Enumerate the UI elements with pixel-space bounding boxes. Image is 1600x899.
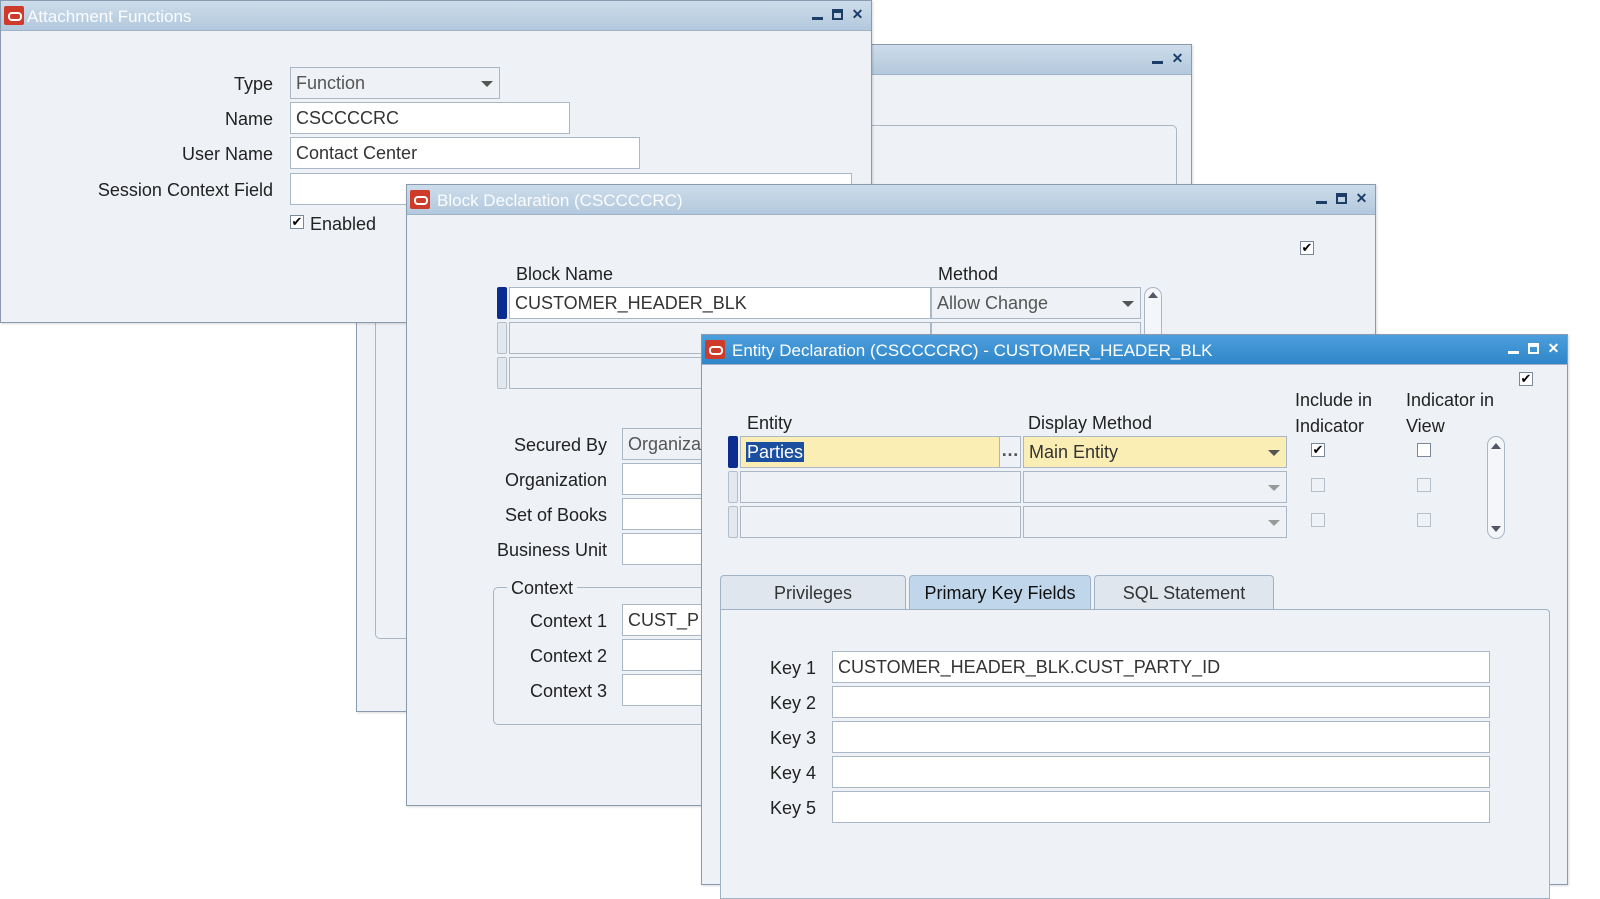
chevron-down-icon — [1122, 301, 1134, 307]
record-indicator[interactable] — [728, 436, 738, 468]
key4-field[interactable] — [832, 756, 1490, 788]
record-indicator[interactable] — [497, 322, 507, 354]
scroll-down-icon[interactable] — [1491, 526, 1501, 532]
folder-checkbox[interactable]: ✔ — [1519, 372, 1533, 386]
record-indicator[interactable] — [497, 357, 507, 389]
method-select[interactable]: Allow Change — [931, 287, 1141, 319]
display-method-select[interactable]: Main Entity — [1023, 436, 1287, 468]
block-name-field[interactable]: CUSTOMER_HEADER_BLK — [509, 287, 931, 319]
user-name-label: User Name — [181, 144, 273, 164]
minimize-icon[interactable] — [810, 7, 825, 22]
close-icon[interactable] — [850, 7, 865, 22]
business-unit-label: Business Unit — [496, 540, 607, 560]
close-icon[interactable] — [1546, 341, 1561, 356]
block-titlebar[interactable]: Block Declaration (CSCCCCRC) — [407, 185, 1375, 215]
key2-field[interactable] — [832, 686, 1490, 718]
record-indicator[interactable] — [497, 287, 507, 319]
context2-label: Context 2 — [529, 646, 607, 666]
maximize-icon[interactable] — [830, 7, 845, 22]
record-indicator[interactable] — [728, 471, 738, 503]
type-value: Function — [296, 73, 366, 93]
entity-field[interactable] — [740, 506, 1021, 538]
close-icon[interactable] — [1170, 51, 1185, 66]
minimize-icon[interactable] — [1506, 341, 1521, 356]
include-in-indicator-checkbox[interactable] — [1311, 513, 1325, 527]
chevron-down-icon — [481, 81, 493, 87]
oracle-logo-icon — [705, 340, 725, 359]
scroll-up-icon[interactable] — [1148, 292, 1158, 298]
key5-field[interactable] — [832, 791, 1490, 823]
oracle-logo-icon — [4, 6, 24, 25]
key1-field[interactable]: CUSTOMER_HEADER_BLK.CUST_PARTY_ID — [832, 651, 1490, 683]
entity-declaration-window: Entity Declaration (CSCCCCRC) - CUSTOMER… — [701, 334, 1568, 899]
key1-label: Key 1 — [769, 658, 816, 678]
type-select[interactable]: Function — [290, 67, 500, 99]
key5-label: Key 5 — [769, 798, 816, 818]
include-in-indicator-checkbox[interactable]: ✔ — [1311, 443, 1325, 457]
chevron-down-icon — [1268, 485, 1280, 491]
display-method-header: Display Method — [1028, 413, 1153, 433]
organization-label: Organization — [504, 470, 607, 490]
window-title: Attachment Functions — [27, 7, 192, 26]
window-title: Block Declaration (CSCCCCRC) — [437, 191, 683, 210]
display-method-select[interactable] — [1023, 471, 1287, 503]
entity-value: Parties — [746, 442, 805, 462]
chevron-down-icon — [1268, 520, 1280, 526]
entity-field[interactable]: Parties — [740, 436, 1000, 468]
session-context-label: Session Context Field — [97, 180, 273, 200]
tab-primary-key-fields[interactable]: Primary Key Fields — [909, 575, 1091, 609]
method-value: Allow Change — [937, 293, 1049, 313]
include-in-indicator-header: Include in Indicator — [1295, 390, 1373, 436]
key3-field[interactable] — [832, 721, 1490, 753]
display-method-select[interactable] — [1023, 506, 1287, 538]
set-of-books-label: Set of Books — [504, 505, 607, 525]
entity-field[interactable] — [740, 471, 1021, 503]
secured-by-label: Secured By — [513, 435, 607, 455]
user-name-field[interactable]: Contact Center — [290, 137, 640, 169]
key3-label: Key 3 — [769, 728, 816, 748]
window-title: Entity Declaration (CSCCCCRC) - CUSTOMER… — [732, 341, 1213, 360]
name-field[interactable]: CSCCCCRC — [290, 102, 570, 134]
display-method-value: Main Entity — [1029, 442, 1119, 462]
chevron-down-icon — [1268, 450, 1280, 456]
key2-label: Key 2 — [769, 693, 816, 713]
key4-label: Key 4 — [769, 763, 816, 783]
type-label: Type — [233, 74, 273, 94]
indicator-in-view-checkbox[interactable] — [1417, 513, 1431, 527]
scroll-up-icon[interactable] — [1491, 443, 1501, 449]
minimize-icon[interactable] — [1150, 51, 1165, 66]
indicator-in-view-checkbox[interactable] — [1417, 478, 1431, 492]
context3-label: Context 3 — [529, 681, 607, 701]
entity-scrollbar[interactable] — [1487, 436, 1505, 539]
oracle-logo-icon — [410, 190, 430, 209]
context1-label: Context 1 — [529, 611, 607, 631]
tab-sql-statement[interactable]: SQL Statement — [1094, 575, 1274, 609]
minimize-icon[interactable] — [1314, 191, 1329, 206]
enabled-label: Enabled — [310, 214, 377, 234]
close-icon[interactable] — [1354, 191, 1369, 206]
maximize-icon[interactable] — [1334, 191, 1349, 206]
context-group-label: Context — [507, 578, 578, 599]
attachment-titlebar[interactable]: Attachment Functions — [1, 1, 871, 31]
indicator-in-view-header: Indicator in View — [1406, 390, 1495, 436]
tab-privileges[interactable]: Privileges — [720, 575, 906, 609]
indicator-in-view-checkbox[interactable] — [1417, 443, 1431, 457]
record-indicator[interactable] — [728, 506, 738, 538]
folder-checkbox[interactable]: ✔ — [1300, 241, 1314, 255]
method-header: Method — [938, 264, 999, 284]
lov-button[interactable]: … — [999, 436, 1021, 468]
entity-header: Entity — [747, 413, 793, 433]
block-name-header: Block Name — [516, 264, 614, 284]
entity-titlebar[interactable]: Entity Declaration (CSCCCCRC) - CUSTOMER… — [702, 335, 1567, 365]
name-label: Name — [224, 109, 273, 129]
include-in-indicator-checkbox[interactable] — [1311, 478, 1325, 492]
enabled-checkbox[interactable]: ✔ — [290, 215, 304, 229]
maximize-icon[interactable] — [1526, 341, 1541, 356]
